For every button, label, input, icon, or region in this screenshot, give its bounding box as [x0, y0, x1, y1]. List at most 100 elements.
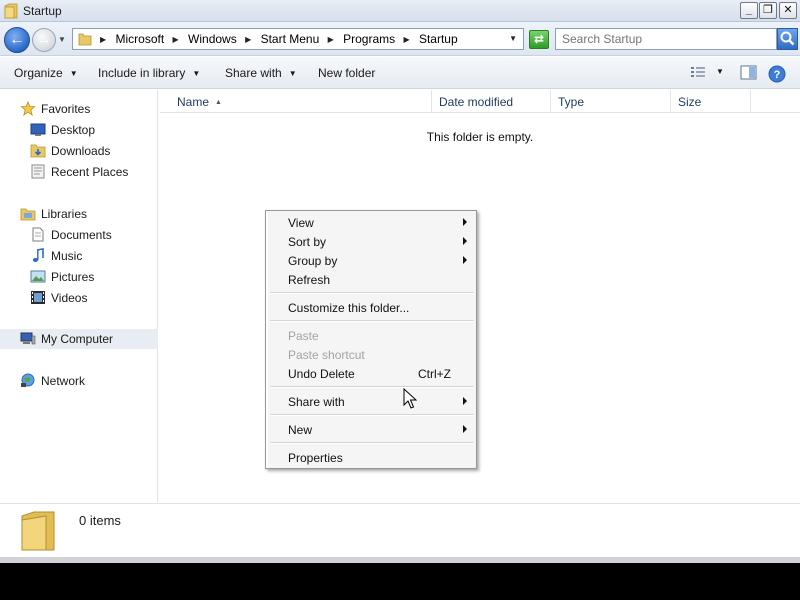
command-bar: Organize ▼ Include in library ▼ Share with…: [0, 57, 800, 89]
sidebar-item-my-computer[interactable]: My Computer: [0, 329, 158, 349]
star-icon: [20, 101, 36, 116]
view-options-icon[interactable]: [690, 65, 706, 79]
column-label: Name: [177, 95, 210, 109]
share-with-button[interactable]: Share with ▼: [225, 66, 297, 80]
column-header-type[interactable]: Type: [551, 90, 671, 113]
music-icon: [32, 248, 44, 262]
minimize-button[interactable]: _: [740, 2, 758, 19]
chevron-down-icon[interactable]: ▼: [716, 67, 724, 76]
menu-item-properties[interactable]: Properties: [269, 448, 473, 467]
menu-separator: [270, 320, 474, 322]
close-button[interactable]: ✕: [779, 2, 797, 19]
menu-item-label: Paste shortcut: [288, 348, 365, 362]
keyboard-shortcut: Ctrl+Z: [418, 367, 451, 381]
breadcrumb-item[interactable]: Programs: [343, 32, 395, 46]
menu-item-label: Sort by: [288, 235, 327, 249]
menu-separator: [270, 292, 474, 294]
search-button[interactable]: [777, 28, 798, 50]
recent-places-icon: [31, 164, 45, 179]
window-title: Startup: [23, 4, 62, 18]
organize-button[interactable]: Organize ▼: [14, 66, 78, 80]
search-input[interactable]: [562, 30, 772, 48]
include-in-library-button[interactable]: Include in library ▼: [98, 66, 200, 80]
breadcrumb: ▶ Microsoft ▶ Windows ▶ Start Menu ▶ Pro…: [95, 32, 458, 46]
submenu-arrow-icon: [463, 256, 467, 264]
submenu-arrow-icon: [463, 218, 467, 226]
menu-item-label: Share with: [288, 395, 345, 409]
sidebar-item-label: Favorites: [41, 102, 91, 116]
pictures-icon: [30, 270, 46, 283]
chevron-right-icon[interactable]: ▶: [328, 35, 334, 44]
chevron-right-icon[interactable]: ▶: [173, 35, 179, 44]
item-count: 0 items: [79, 513, 121, 528]
forward-button[interactable]: →: [32, 28, 56, 52]
computer-icon: [20, 332, 36, 345]
libraries-icon: [20, 208, 36, 221]
menu-item-label: Undo Delete: [288, 367, 355, 381]
search-box: [555, 28, 777, 50]
downloads-folder-icon: [30, 144, 46, 158]
menu-item-customize-folder[interactable]: Customize this folder...: [269, 298, 473, 317]
menu-separator: [270, 442, 474, 444]
folder-icon: [4, 3, 18, 19]
file-list-area[interactable]: Name ▲ Date modified Type Size This folde…: [160, 90, 800, 502]
submenu-arrow-icon: [463, 425, 467, 433]
folder-icon: [78, 33, 92, 46]
menu-item-label: Paste: [288, 329, 319, 343]
column-header-name[interactable]: Name ▲: [169, 90, 432, 113]
chevron-right-icon[interactable]: ▶: [100, 35, 106, 44]
window-bottom-border: [0, 557, 800, 563]
desktop-icon: [30, 123, 46, 136]
sort-ascending-icon: ▲: [215, 99, 222, 106]
sidebar-item-label: Desktop: [51, 123, 96, 137]
recent-pages-dropdown[interactable]: ▼: [58, 35, 66, 44]
breadcrumb-item[interactable]: Startup: [419, 32, 458, 46]
menu-item-sort-by[interactable]: Sort by: [269, 232, 473, 251]
new-folder-button[interactable]: New folder: [318, 66, 375, 80]
title-bar: Startup _ ❐ ✕: [0, 0, 800, 22]
arrow-right-icon: →: [36, 31, 52, 48]
folder-icon: [21, 511, 55, 551]
breadcrumb-item[interactable]: Windows: [188, 32, 237, 46]
sidebar-item-label: Libraries: [41, 207, 88, 221]
chevron-right-icon[interactable]: ▶: [403, 35, 409, 44]
organize-label: Organize: [14, 66, 63, 80]
sidebar-item-label: Network: [41, 374, 86, 388]
address-bar[interactable]: ▶ Microsoft ▶ Windows ▶ Start Menu ▶ Pro…: [72, 28, 524, 50]
menu-item-label: Refresh: [288, 273, 331, 287]
menu-separator: [270, 414, 474, 416]
share-with-label: Share with: [225, 66, 282, 80]
menu-item-refresh[interactable]: Refresh: [269, 270, 473, 289]
preview-pane-icon[interactable]: [740, 65, 757, 80]
column-header-size[interactable]: Size: [671, 90, 751, 113]
arrow-left-icon: ←: [9, 31, 25, 48]
column-header-date-modified[interactable]: Date modified: [432, 90, 551, 113]
mouse-cursor-icon: [403, 388, 417, 409]
menu-item-view[interactable]: View: [269, 213, 473, 232]
sidebar-item-label: My Computer: [41, 332, 114, 346]
menu-item-new[interactable]: New: [269, 420, 473, 439]
menu-item-label: Group by: [288, 254, 338, 268]
menu-item-share-with[interactable]: Share with: [269, 392, 473, 411]
refresh-icon: ⇄: [533, 32, 545, 46]
sidebar-item-label: Downloads: [51, 144, 111, 158]
maximize-button[interactable]: ❐: [759, 2, 777, 19]
svg-text:?: ?: [774, 69, 781, 81]
menu-item-undo-delete[interactable]: Undo Delete Ctrl+Z: [269, 364, 473, 383]
chevron-right-icon[interactable]: ▶: [245, 35, 251, 44]
chevron-down-icon[interactable]: ▼: [509, 34, 517, 43]
menu-item-label: Customize this folder...: [288, 301, 410, 315]
help-icon[interactable]: ?: [768, 65, 786, 83]
navigation-pane: Favorites Desktop Downloads Recent Place…: [0, 90, 158, 502]
refresh-button[interactable]: ⇄: [529, 30, 549, 49]
menu-item-group-by[interactable]: Group by: [269, 251, 473, 270]
chevron-down-icon: ▼: [288, 69, 297, 78]
videos-icon: [31, 291, 45, 304]
sidebar-item-label: Recent Places: [51, 165, 129, 179]
breadcrumb-item[interactable]: Start Menu: [261, 32, 320, 46]
sidebar-item-label: Music: [51, 249, 83, 263]
network-icon: [21, 373, 35, 387]
menu-item-label: Properties: [288, 451, 343, 465]
breadcrumb-item[interactable]: Microsoft: [116, 32, 165, 46]
back-button[interactable]: ←: [4, 27, 30, 53]
